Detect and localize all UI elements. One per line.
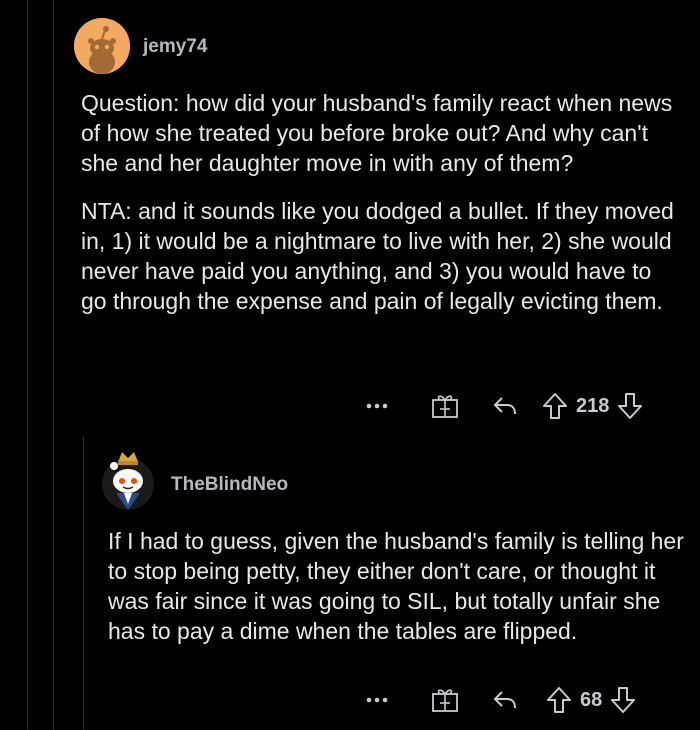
comment-paragraph: Question: how did your husband's family … — [81, 90, 673, 176]
avatar[interactable] — [74, 18, 130, 74]
upvote-arrow-icon[interactable] — [544, 686, 574, 714]
comment-body: If I had to guess, given the husband's f… — [108, 526, 688, 664]
thread-line[interactable] — [27, 0, 28, 730]
vote-count: 68 — [580, 688, 603, 711]
comment-actions: 68 — [362, 684, 638, 716]
comment-body: Question: how did your husband's family … — [81, 88, 681, 334]
avatar[interactable] — [100, 448, 156, 510]
gift-award-icon[interactable] — [428, 687, 462, 713]
upvote-arrow-icon[interactable] — [540, 392, 570, 420]
downvote-arrow-icon[interactable] — [608, 686, 638, 714]
reply-arrow-icon[interactable] — [488, 688, 522, 712]
vote-count: 218 — [576, 394, 610, 417]
more-dots-icon[interactable] — [362, 697, 392, 703]
more-dots-icon[interactable] — [362, 403, 392, 409]
thread-line[interactable] — [53, 0, 54, 730]
gift-award-icon[interactable] — [428, 393, 462, 419]
comment-actions: 218 — [362, 390, 645, 422]
snoo-avatar-icon — [74, 18, 130, 74]
comment-paragraph: If I had to guess, given the husband's f… — [108, 528, 684, 644]
snoo-crowned-avatar-icon — [102, 452, 154, 510]
reply-arrow-icon[interactable] — [488, 394, 522, 418]
comment-paragraph: NTA: and it sounds like you dodged a bul… — [81, 198, 674, 314]
username[interactable]: TheBlindNeo — [171, 474, 288, 496]
downvote-arrow-icon[interactable] — [615, 392, 645, 420]
username[interactable]: jemy74 — [143, 36, 207, 58]
thread-line-reply[interactable] — [83, 435, 84, 730]
